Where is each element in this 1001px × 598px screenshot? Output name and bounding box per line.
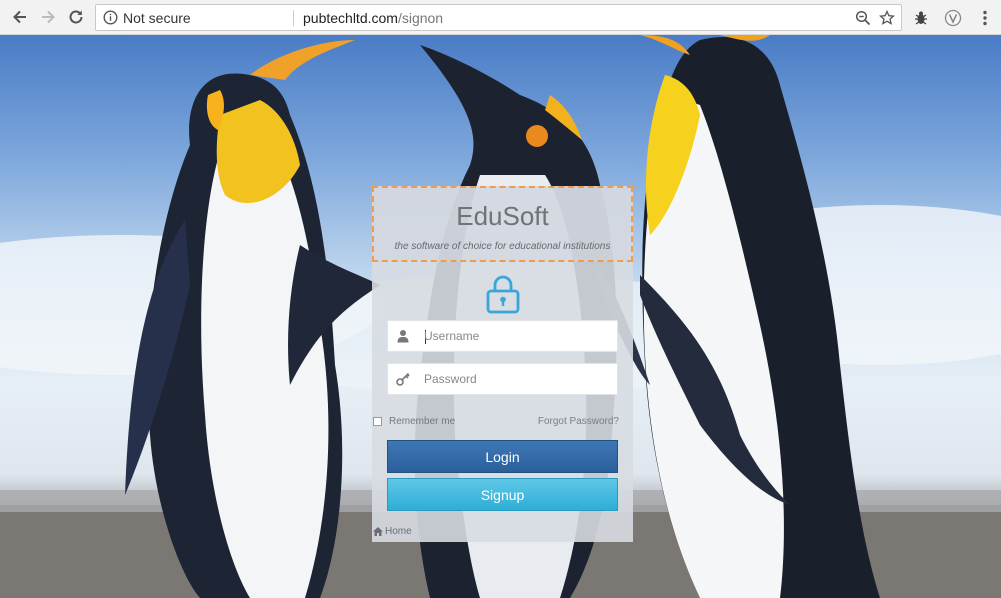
- home-label: Home: [385, 526, 412, 537]
- lock-icon: [486, 275, 520, 314]
- signup-button[interactable]: Signup: [387, 478, 618, 511]
- brand-tagline: the software of choice for educational i…: [394, 241, 611, 252]
- password-input[interactable]: [424, 364, 614, 394]
- remember-me[interactable]: Remember me: [373, 416, 455, 427]
- url-host: pubtechltd.com: [303, 10, 398, 26]
- url-text[interactable]: pubtechltd.com/signon: [303, 10, 443, 26]
- address-bar[interactable]: Not secure pubtechltd.com/signon: [95, 4, 902, 31]
- brand-header: EduSoft the software of choice for educa…: [372, 186, 633, 262]
- home-link[interactable]: Home: [373, 526, 412, 537]
- url-path: /signon: [397, 10, 444, 26]
- password-field: [387, 363, 618, 395]
- vivaldi-extension-icon[interactable]: [944, 9, 962, 27]
- brand-title: EduSoft: [456, 201, 549, 231]
- forgot-password-link[interactable]: Forgot Password?: [538, 416, 619, 427]
- info-icon[interactable]: [103, 10, 118, 25]
- background-photo: EduSoft the software of choice for educa…: [0, 35, 1001, 598]
- user-icon: [397, 330, 409, 343]
- reload-icon[interactable]: [65, 6, 87, 28]
- menu-icon[interactable]: [976, 9, 994, 27]
- username-field: [387, 320, 618, 352]
- key-icon: [396, 372, 410, 386]
- zoom-icon[interactable]: [855, 10, 871, 26]
- address-separator: [293, 10, 294, 26]
- security-label[interactable]: Not secure: [123, 10, 191, 26]
- remember-checkbox[interactable]: [373, 417, 382, 426]
- remember-label: Remember me: [389, 416, 456, 427]
- home-icon: [373, 527, 383, 536]
- username-input[interactable]: [424, 321, 614, 351]
- forward-icon[interactable]: [37, 6, 59, 28]
- star-icon[interactable]: [879, 10, 895, 26]
- extension-icon[interactable]: [912, 9, 930, 27]
- browser-toolbar: Not secure pubtechltd.com/signon: [0, 0, 1001, 35]
- login-card: EduSoft the software of choice for educa…: [372, 186, 633, 542]
- back-icon[interactable]: [9, 6, 31, 28]
- login-button[interactable]: Login: [387, 440, 618, 473]
